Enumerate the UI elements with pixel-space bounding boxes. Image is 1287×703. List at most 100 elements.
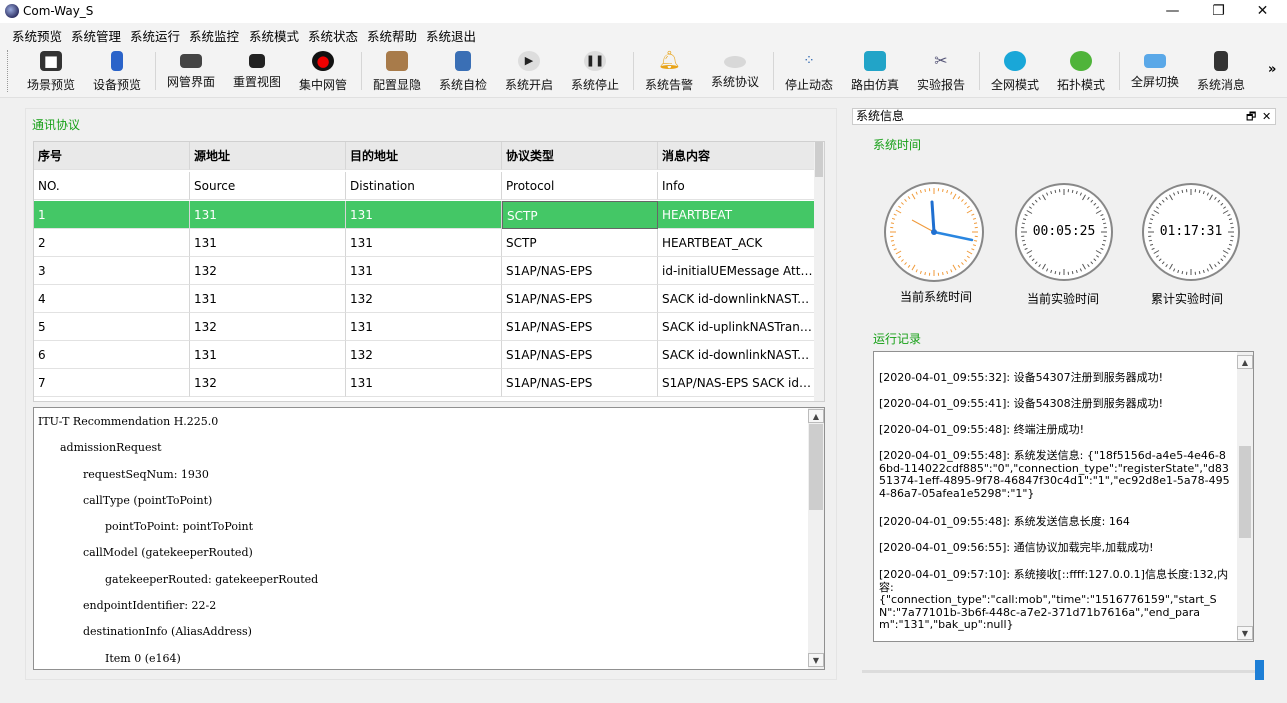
cell-destination: 131 — [346, 257, 502, 285]
toolbar-label: 系统协议 — [710, 75, 759, 89]
minimize-button[interactable]: — — [1150, 0, 1195, 23]
route-sim-button[interactable]: 路由仿真 — [843, 48, 907, 94]
header-source-cn[interactable]: 源地址 — [190, 142, 346, 170]
restore-panel-icon[interactable]: 🗗 — [1246, 110, 1256, 123]
self-check-button[interactable]: 系统自检 — [431, 48, 495, 94]
scroll-down-icon[interactable]: ▼ — [1237, 626, 1253, 640]
menu-status[interactable]: 系统状态 — [308, 26, 358, 45]
cell-protocol: S1AP/NAS-EPS — [502, 369, 658, 397]
detail-line[interactable]: Item 0 (e164) — [105, 652, 181, 665]
maximize-button[interactable]: ❐ — [1196, 0, 1241, 23]
cell-protocol: SCTP — [502, 229, 658, 257]
detail-line[interactable]: callType (pointToPoint) — [83, 494, 212, 507]
run-log[interactable]: [2020-04-01_09:55:32]: 设备54307注册到服务器成功! … — [873, 351, 1254, 642]
fullscreen-toggle-button[interactable]: 全屏切换 — [1123, 48, 1187, 94]
system-start-button[interactable]: ▶ 系统开启 — [497, 48, 561, 94]
config-toggle-button[interactable]: 配置显隐 — [365, 48, 429, 94]
system-time-label: 当前系统时间 — [899, 290, 972, 304]
grid-scrollbar-thumb[interactable] — [815, 142, 823, 177]
log-scrollbar-thumb[interactable] — [1239, 446, 1251, 538]
log-entry: [2020-04-01_09:55:48]: 系统发送信息: {"18f5156… — [879, 449, 1230, 500]
table-row[interactable]: 7 132 131 S1AP/NAS-EPS S1AP/NAS-EPS SACK… — [34, 369, 815, 397]
table-row[interactable]: 5 132 131 S1AP/NAS-EPS SACK id-uplinkNAS… — [34, 313, 815, 341]
menu-exit[interactable]: 系统退出 — [426, 26, 476, 45]
clock-tick — [1198, 271, 1201, 275]
log-scrollbar[interactable]: ▲ ▼ — [1237, 352, 1253, 641]
system-protocol-button[interactable]: 系统协议 — [703, 48, 767, 94]
network-manager-button[interactable]: 网管界面 — [159, 48, 223, 94]
cell-protocol: S1AP/NAS-EPS — [502, 341, 658, 369]
full-network-mode-button[interactable]: 全网模式 — [983, 48, 1047, 94]
grid-header-en: NO. Source Distination Protocol Info — [34, 172, 815, 200]
detail-line[interactable]: requestSeqNum: 1930 — [83, 468, 209, 481]
message-icon — [1214, 51, 1228, 71]
detail-line[interactable]: endpointIdentifier: 22-2 — [83, 599, 216, 612]
title-bar: Com-Way_S — ❐ ✕ — [0, 0, 1287, 23]
detail-line[interactable]: pointToPoint: pointToPoint — [105, 520, 253, 533]
table-row[interactable]: 1 131 131 SCTP HEARTBEAT — [34, 201, 815, 229]
close-panel-icon[interactable]: ✕ — [1262, 110, 1271, 123]
topology-mode-button[interactable]: 拓扑模式 — [1049, 48, 1113, 94]
menu-preview[interactable]: 系统预览 — [12, 26, 62, 45]
menu-mode[interactable]: 系统模式 — [249, 26, 299, 45]
network-manager-icon — [180, 54, 202, 68]
menu-monitor[interactable]: 系统监控 — [189, 26, 239, 45]
packet-detail-tree[interactable]: ITU-T Recommendation H.225.0 admissionRe… — [33, 407, 825, 670]
detail-scrollbar-thumb[interactable] — [809, 424, 823, 510]
scroll-down-icon[interactable]: ▼ — [808, 653, 824, 667]
cell-no: 6 — [34, 341, 190, 369]
table-row[interactable]: 2 131 131 SCTP HEARTBEAT_ACK — [34, 229, 815, 257]
window-title: Com-Way_S — [23, 4, 94, 18]
toolbar-label: 系统开启 — [504, 78, 553, 92]
table-row[interactable]: 4 131 132 S1AP/NAS-EPS SACK id-downlinkN… — [34, 285, 815, 313]
cell-info: SACK id-downlinkNASTransport, Authentica… — [658, 341, 815, 369]
clock-tick — [974, 222, 978, 224]
protocol-grid[interactable]: 序号 源地址 目的地址 协议类型 消息内容 NO. Source Distina… — [33, 141, 825, 402]
menu-management[interactable]: 系统管理 — [71, 26, 121, 45]
header-info-cn[interactable]: 消息内容 — [658, 142, 815, 170]
cell-protocol: S1AP/NAS-EPS — [502, 285, 658, 313]
central-network-button[interactable]: ● 集中网管 — [291, 48, 355, 94]
cell-info: id-initialUEMessage Attach request, PDN … — [658, 257, 815, 285]
header-destination-cn[interactable]: 目的地址 — [346, 142, 502, 170]
system-info-title: 系统信息 — [856, 109, 905, 123]
toolbar: ■ 场景预览 设备预览 网管界面 重置视图 ● 集中网管 配置显隐 系统自检 ▶… — [0, 44, 1287, 98]
header-protocol-cn[interactable]: 协议类型 — [502, 142, 658, 170]
system-stop-button[interactable]: ❚❚ 系统停止 — [563, 48, 627, 94]
detail-line[interactable]: gatekeeperRouted: gatekeeperRouted — [105, 573, 318, 586]
menu-help[interactable]: 系统帮助 — [367, 26, 417, 45]
detail-line[interactable]: ITU-T Recommendation H.225.0 — [38, 415, 218, 428]
detail-line[interactable]: admissionRequest — [60, 441, 162, 454]
progress-track — [862, 670, 1256, 673]
table-row[interactable]: 6 131 132 S1AP/NAS-EPS SACK id-downlinkN… — [34, 341, 815, 369]
grid-scrollbar[interactable] — [814, 142, 824, 401]
system-alarm-button[interactable]: 🔔︎ 系统告警 — [637, 48, 701, 94]
scroll-up-icon[interactable]: ▲ — [1237, 355, 1253, 369]
report-button[interactable]: ✂ 实验报告 — [909, 48, 973, 94]
scene-preview-button[interactable]: ■ 场景预览 — [19, 48, 83, 94]
pause-icon: ❚❚ — [584, 51, 606, 71]
system-message-button[interactable]: 系统消息 — [1189, 48, 1253, 94]
cell-source: 131 — [190, 229, 346, 257]
device-icon — [111, 51, 123, 71]
reset-view-button[interactable]: 重置视图 — [225, 48, 289, 94]
device-preview-button[interactable]: 设备预览 — [85, 48, 149, 94]
cell-destination: 132 — [346, 285, 502, 313]
detail-scrollbar[interactable]: ▲ ▼ — [808, 408, 824, 669]
stop-animation-icon: ⁘ — [803, 53, 815, 69]
cell-no: 4 — [34, 285, 190, 313]
central-network-icon: ● — [312, 51, 334, 71]
detail-line[interactable]: destinationInfo (AliasAddress) — [83, 625, 252, 638]
menu-run[interactable]: 系统运行 — [130, 26, 180, 45]
toolbar-grip[interactable] — [7, 50, 10, 92]
header-no-cn[interactable]: 序号 — [34, 142, 190, 170]
close-button[interactable]: ✕ — [1240, 0, 1285, 23]
status-indicator — [1255, 660, 1264, 680]
experiment-time-value: 00:05:25 — [1032, 224, 1096, 239]
detail-line[interactable]: callModel (gatekeeperRouted) — [83, 546, 253, 559]
toolbar-overflow-button[interactable]: » — [1268, 62, 1276, 77]
table-row[interactable]: 3 132 131 S1AP/NAS-EPS id-initialUEMessa… — [34, 257, 815, 285]
clock-tick — [1198, 189, 1201, 193]
stop-animation-button[interactable]: ⁘ 停止动态 — [777, 48, 841, 94]
scroll-up-icon[interactable]: ▲ — [808, 409, 824, 423]
